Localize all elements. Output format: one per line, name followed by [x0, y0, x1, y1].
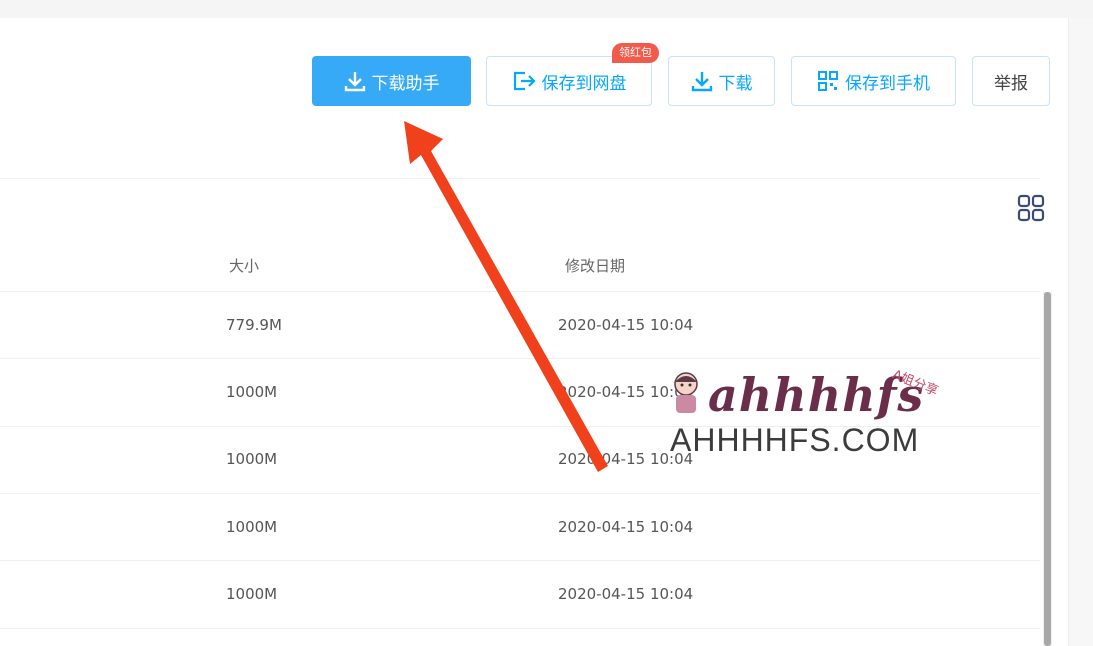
annotation-arrow — [404, 121, 608, 472]
watermark-mascot — [668, 370, 704, 420]
watermark-url: AHHHHFS.COM — [670, 422, 920, 458]
